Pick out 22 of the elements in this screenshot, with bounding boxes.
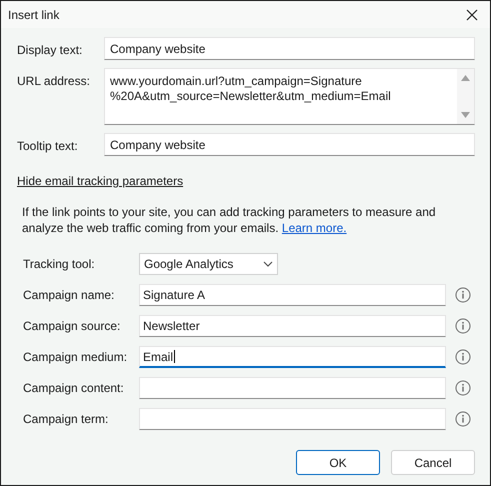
field-label: Campaign medium: <box>23 349 128 366</box>
field-label: Campaign source: <box>23 318 122 335</box>
text-field[interactable]: Company website <box>104 133 475 156</box>
text-field[interactable]: Email <box>139 346 446 368</box>
description-text: If the link points to your site, you can add tracking parameters to measure and analyze the web traffic coming from your emails. Learn more. <box>21 204 437 236</box>
field-label: Campaign term: <box>23 411 110 428</box>
field-label: Tracking tool: <box>23 256 96 273</box>
tracking-tool-dropdown[interactable]: Google Analytics <box>139 253 278 275</box>
url-field[interactable]: www.yourdomain.url?utm_campaign=Signature %20A&utm_source=Newsletter&utm_medium=Email <box>104 68 475 125</box>
field-label: URL address: <box>16 73 91 90</box>
dialog-button[interactable]: Cancel <box>391 450 475 475</box>
hide-tracking-link[interactable]: Hide email tracking parameters <box>16 172 184 190</box>
field-label: Tooltip text: <box>16 138 79 155</box>
window-title: Insert link <box>8 6 60 24</box>
dialog-button[interactable]: OK <box>296 450 380 475</box>
field-label: Campaign content: <box>23 380 125 397</box>
text-field[interactable]: Newsletter <box>139 315 446 337</box>
field-label: Campaign name: <box>23 287 116 304</box>
learn-more-link[interactable]: Learn more. <box>282 221 347 235</box>
text-field[interactable]: Company website <box>104 37 475 60</box>
field-label: Display text: <box>16 42 84 59</box>
text-field[interactable]: Signature A <box>139 284 446 306</box>
